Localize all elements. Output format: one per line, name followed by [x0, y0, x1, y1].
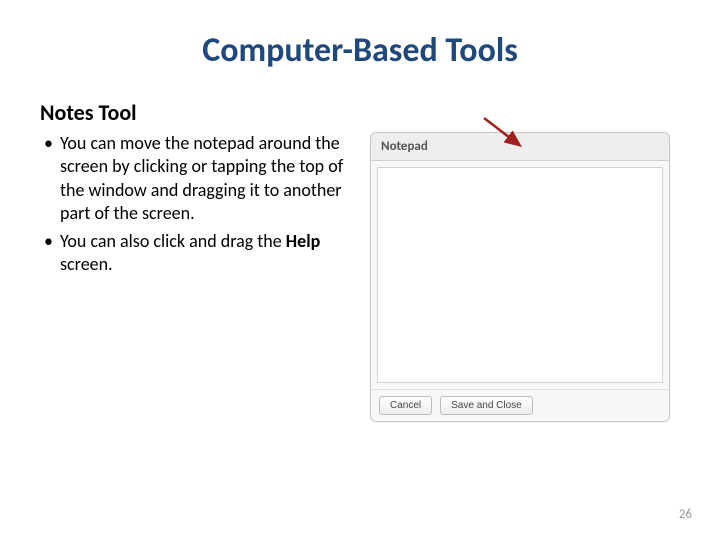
- page-number: 26: [679, 507, 692, 522]
- notepad-window: Notepad Cancel Save and Close: [370, 132, 670, 422]
- slide-title: Computer-Based Tools: [40, 30, 680, 71]
- save-and-close-button[interactable]: Save and Close: [440, 396, 533, 415]
- notepad-footer: Cancel Save and Close: [371, 389, 669, 421]
- left-column: You can move the notepad around the scre…: [40, 132, 350, 422]
- cancel-button[interactable]: Cancel: [379, 396, 432, 415]
- bullet-text-2-prefix: You can also click and drag the: [60, 230, 286, 252]
- content-row: You can move the notepad around the scre…: [40, 132, 680, 422]
- bullet-text-2-suffix: screen.: [60, 253, 113, 275]
- bullet-item-2: You can also click and drag the Help scr…: [40, 230, 350, 277]
- bullet-item-1: You can move the notepad around the scre…: [40, 132, 350, 226]
- right-column: Notepad Cancel Save and Close: [370, 132, 680, 422]
- subtitle-notes-tool: Notes Tool: [40, 99, 680, 126]
- bullet-list: You can move the notepad around the scre…: [40, 132, 350, 276]
- notepad-textarea[interactable]: [377, 167, 663, 383]
- arrow-icon: [480, 114, 530, 154]
- bullet-text-1: You can move the notepad around the scre…: [60, 132, 343, 224]
- bullet-text-2-bold: Help: [286, 230, 321, 252]
